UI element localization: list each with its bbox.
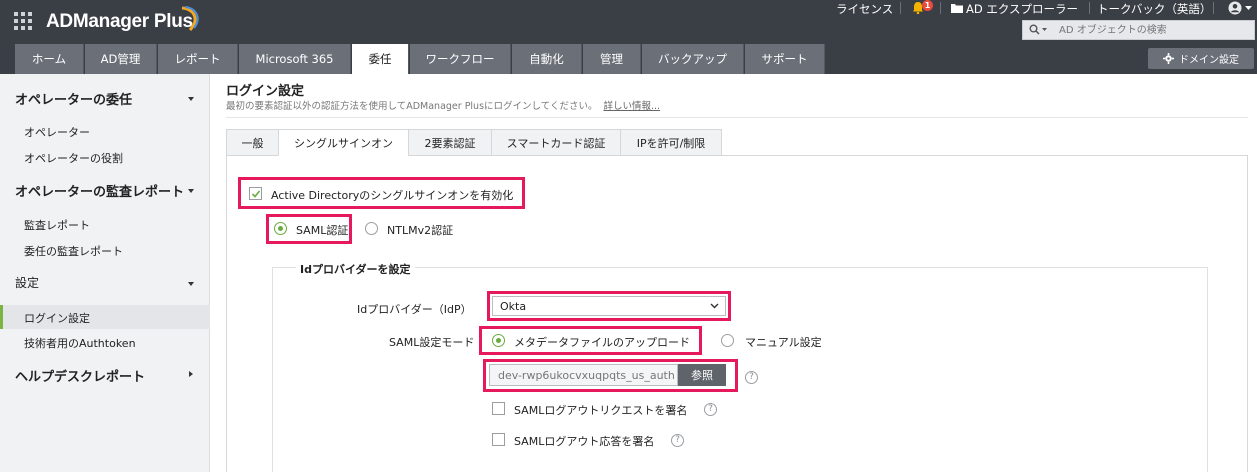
tab-ip-restriction[interactable]: IPを許可/制限: [620, 129, 722, 156]
chevron-down-icon: [710, 303, 719, 309]
ntlm-radio[interactable]: [365, 222, 378, 235]
help-icon[interactable]: ?: [671, 434, 684, 447]
divider: [226, 117, 1248, 118]
divider: [940, 2, 941, 14]
help-icon[interactable]: ?: [745, 371, 758, 384]
folder-icon: [951, 4, 963, 13]
app-logo-text: ADManager Plus: [46, 11, 193, 32]
sidebar-section-operator-audit-reports[interactable]: オペレーターの監査レポート: [15, 181, 184, 200]
enable-sso-checkbox[interactable]: [249, 187, 262, 200]
nav-tab-automation[interactable]: 自動化: [512, 44, 582, 74]
help-icon[interactable]: ?: [704, 403, 717, 416]
sidebar-section-operator-delegation[interactable]: オペレーターの委任: [15, 89, 132, 108]
nav-tab-delegation[interactable]: 委任: [352, 44, 409, 74]
search-icon: [1029, 24, 1047, 35]
tab-smartcard[interactable]: スマートカード認証: [491, 129, 621, 156]
sign-logout-request-label: SAMLログアウトリクエストを署名: [514, 404, 688, 417]
notification-badge: 1: [922, 0, 933, 11]
sign-logout-request-checkbox[interactable]: [492, 402, 505, 415]
ntlm-label: NTLMv2認証: [387, 224, 454, 237]
sidebar-section-helpdesk-reports[interactable]: ヘルプデスクレポート: [15, 366, 145, 385]
divider: [900, 2, 901, 14]
main-nav: ホーム AD管理 レポート Microsoft 365 委任 ワークフロー 自動…: [0, 44, 1257, 74]
logo-swoosh-icon: [181, 6, 199, 32]
tab-single-sign-on[interactable]: シングルサインオン: [278, 129, 409, 156]
tab-general[interactable]: 一般: [226, 129, 279, 156]
nav-tab-backup[interactable]: バックアップ: [642, 44, 744, 74]
metadata-file-input[interactable]: dev-rwp6ukocvxuqpqts_us_auth0_com_meta: [489, 364, 678, 386]
chevron-down-icon[interactable]: [188, 97, 194, 101]
chevron-down-icon[interactable]: [188, 282, 194, 286]
idp-select-value: Okta: [500, 300, 527, 313]
sign-logout-response-checkbox[interactable]: [492, 433, 505, 446]
metadata-file-value: dev-rwp6ukocvxuqpqts_us_auth0_com_meta: [498, 369, 674, 382]
nav-tab-admin[interactable]: 管理: [583, 44, 641, 74]
mode-manual-radio[interactable]: [721, 334, 734, 347]
chevron-down-icon[interactable]: [1245, 6, 1252, 11]
idp-fieldset: [272, 267, 1208, 472]
saml-label: SAML認証: [296, 224, 349, 237]
sidebar-section-settings[interactable]: 設定: [15, 274, 39, 291]
idp-label: Idプロバイダー（IdP）: [357, 303, 472, 316]
nav-tab-ad-management[interactable]: AD管理: [85, 44, 157, 74]
browse-button[interactable]: 参照: [678, 364, 726, 386]
domain-settings-button[interactable]: ドメイン設定: [1148, 48, 1254, 69]
saml-mode-label: SAML設定モード: [389, 336, 475, 349]
ad-explorer-link[interactable]: AD エクスプローラー: [966, 1, 1078, 17]
sidebar-item-login-settings[interactable]: ログイン設定: [24, 310, 90, 326]
sidebar-item-operators[interactable]: オペレーター: [24, 124, 90, 140]
idp-section-title: Idプロバイダーを設定: [296, 261, 415, 277]
more-info-link[interactable]: 詳しい情報...: [603, 101, 660, 112]
nav-tab-support[interactable]: サポート: [745, 44, 825, 74]
mode-upload-radio[interactable]: [492, 334, 505, 347]
top-bar: ADManager Plus ライセンス 1 AD エクスプローラー トークバッ…: [0, 0, 1257, 44]
nav-tab-microsoft-365[interactable]: Microsoft 365: [239, 44, 351, 74]
sidebar: オペレーターの委任 オペレーター オペレーターの役割 オペレーターの監査レポート…: [0, 74, 210, 472]
idp-select[interactable]: Okta: [492, 296, 726, 316]
sidebar-item-operator-roles[interactable]: オペレーターの役割: [24, 150, 123, 166]
nav-tab-home[interactable]: ホーム: [15, 44, 84, 74]
saml-radio[interactable]: [274, 222, 287, 235]
app-grid-icon[interactable]: [14, 12, 32, 30]
tab-two-factor[interactable]: 2要素認証: [408, 129, 492, 156]
divider: [1213, 2, 1214, 14]
app-logo: ADManager Plus: [46, 6, 199, 35]
mode-manual-label: マニュアル設定: [745, 336, 822, 349]
sidebar-item-delegation-audit-reports[interactable]: 委任の監査レポート: [24, 243, 123, 259]
nav-tab-workflow[interactable]: ワークフロー: [410, 44, 511, 74]
chevron-right-icon[interactable]: [189, 371, 193, 377]
mode-upload-label: メタデータファイルのアップロード: [514, 336, 690, 349]
page-description-text: 最初の要素認証以外の認証方法を使用してADManager Plusにログインして…: [226, 101, 598, 112]
page-description: 最初の要素認証以外の認証方法を使用してADManager Plusにログインして…: [226, 98, 660, 112]
chevron-down-icon[interactable]: [188, 189, 194, 193]
divider: [1089, 2, 1090, 14]
user-avatar-icon[interactable]: [1228, 1, 1242, 15]
domain-settings-label: ドメイン設定: [1179, 55, 1239, 66]
ad-object-search[interactable]: [1022, 20, 1255, 40]
page-title: ログイン設定: [226, 84, 305, 99]
sidebar-item-technician-authtoken[interactable]: 技術者用のAuthtoken: [24, 335, 136, 351]
nav-tab-reports[interactable]: レポート: [158, 44, 238, 74]
gear-icon: [1163, 53, 1174, 64]
talkback-link[interactable]: トークバック（英語）: [1097, 1, 1211, 17]
enable-sso-label: Active Directoryのシングルサインオンを有効化: [271, 189, 514, 202]
sidebar-item-audit-reports[interactable]: 監査レポート: [24, 217, 90, 233]
search-input[interactable]: [1059, 23, 1249, 37]
sign-logout-response-label: SAMLログアウト応答を署名: [514, 435, 655, 448]
checkmark-icon: [251, 190, 261, 198]
license-link[interactable]: ライセンス: [836, 1, 893, 17]
